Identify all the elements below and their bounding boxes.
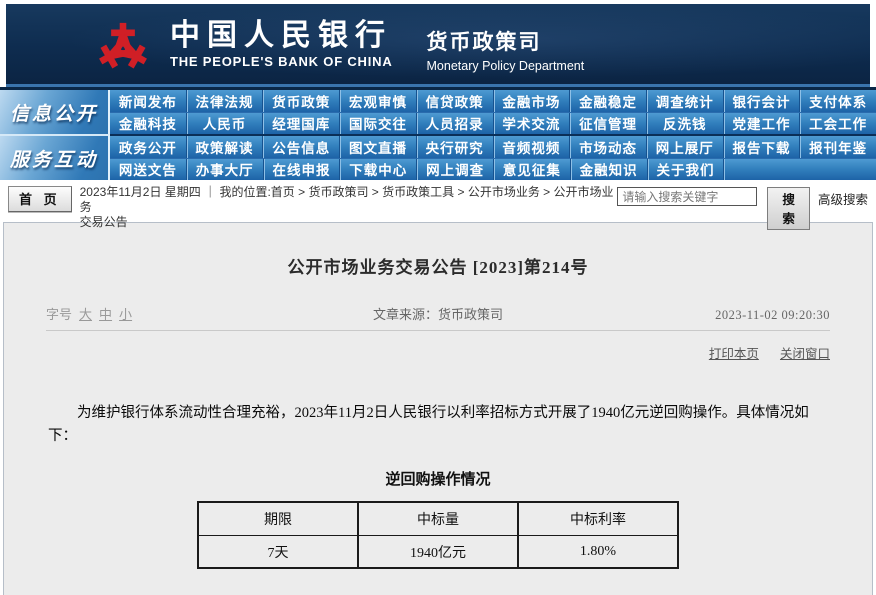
nav-item[interactable]: 人员招录: [415, 112, 493, 134]
nav-item[interactable]: 金融稳定: [569, 90, 646, 112]
close-window-link[interactable]: 关闭窗口: [780, 347, 830, 361]
bank-title: 中国人民银行 THE PEOPLE'S BANK OF CHINA: [170, 18, 393, 69]
table-header-term: 期限: [197, 501, 359, 536]
reverse-repo-table: 期限 中标量 中标利率 7天 1940亿元 1.80%: [197, 501, 679, 570]
nav-item[interactable]: 报告下载: [722, 136, 800, 158]
nav-row-3: 政务公开 政策解读 公告信息 图文直播 央行研究 音频视频 市场动态 网上展厅 …: [110, 134, 876, 158]
pboc-logo-icon: [99, 22, 147, 69]
masthead-wrap: 中国人民银行 THE PEOPLE'S BANK OF CHINA 货币政策司 …: [0, 0, 876, 87]
nav-row-filler: [723, 158, 876, 180]
nav-item[interactable]: 金融市场: [492, 90, 570, 112]
article-timestamp: 2023-11-02 09:20:30: [715, 308, 830, 322]
department-name-en: Monetary Policy Department: [426, 58, 585, 73]
nav-section-labels: 信息公开 服务互动: [0, 90, 110, 180]
bank-name-en: THE PEOPLE'S BANK OF CHINA: [170, 53, 393, 69]
table-cell-term: 7天: [197, 534, 359, 569]
article-actions: 打印本页 关闭窗口: [46, 343, 830, 362]
nav-item[interactable]: 在线申报: [262, 158, 340, 180]
nav-item[interactable]: 支付体系: [799, 90, 876, 112]
font-size-label: 字号: [46, 307, 73, 322]
breadcrumb-line1[interactable]: 2023年11月2日 星期四 ｜ 我的位置:首页 > 货币政策司 > 货币政策工…: [80, 185, 618, 215]
breadcrumb-bar: 首 页 2023年11月2日 星期四 ｜ 我的位置:首页 > 货币政策司 > 货…: [0, 180, 876, 230]
main-navigation: 信息公开 服务互动 新闻发布 法律法规 货币政策 宏观审慎 信贷政策 金融市场 …: [0, 87, 876, 180]
nav-item[interactable]: 学术交流: [492, 112, 570, 134]
table-cell-volume: 1940亿元: [357, 534, 519, 569]
breadcrumb-line2[interactable]: 交易公告: [80, 215, 618, 230]
table-header-rate: 中标利率: [517, 501, 679, 536]
nav-item[interactable]: 金融科技: [110, 112, 186, 134]
department-name-cn: 货币政策司: [426, 30, 542, 54]
nav-section-service-interaction[interactable]: 服务互动: [0, 134, 110, 180]
nav-item[interactable]: 关于我们: [646, 158, 724, 180]
nav-item[interactable]: 网上调查: [416, 158, 493, 180]
article-source: 文章来源：货币政策司: [372, 307, 503, 322]
article-meta-row: 字号 大 中 小 文章来源：货币政策司 2023-11-02 09:20:30: [46, 304, 830, 331]
article-paragraph: 为维护银行体系流动性合理充裕，2023年11月2日人民银行以利率招标方式开展了1…: [48, 405, 809, 445]
nav-section-info-disclosure[interactable]: 信息公开: [0, 90, 110, 134]
bank-name-cn: 中国人民银行: [170, 18, 392, 52]
search-button[interactable]: 搜索: [767, 187, 810, 230]
nav-item[interactable]: 党建工作: [722, 112, 800, 134]
nav-item[interactable]: 网送文告: [110, 158, 186, 180]
nav-menu-grid: 新闻发布 法律法规 货币政策 宏观审慎 信贷政策 金融市场 金融稳定 调查统计 …: [110, 90, 876, 180]
nav-item[interactable]: 音频视频: [492, 136, 570, 158]
table-header-row: 期限 中标量 中标利率: [197, 501, 679, 536]
font-size-large[interactable]: 大: [79, 304, 92, 323]
nav-item[interactable]: 金融知识: [569, 158, 647, 180]
nav-item[interactable]: 图文直播: [339, 136, 416, 158]
nav-item[interactable]: 报刊年鉴: [799, 136, 876, 158]
nav-item[interactable]: 银行会计: [722, 90, 800, 112]
nav-item[interactable]: 工会工作: [799, 112, 876, 134]
nav-item[interactable]: 央行研究: [415, 136, 493, 158]
table-header-volume: 中标量: [357, 501, 519, 536]
table-title: 逆回购操作情况: [385, 472, 491, 489]
nav-item[interactable]: 公告信息: [262, 136, 340, 158]
nav-item[interactable]: 办事大厅: [185, 158, 263, 180]
advanced-search-link[interactable]: 高级搜索: [818, 189, 868, 208]
nav-item[interactable]: 信贷政策: [415, 90, 493, 112]
table-cell-rate: 1.80%: [517, 534, 679, 569]
nav-item[interactable]: 网上展厅: [645, 136, 723, 158]
nav-item[interactable]: 下载中心: [339, 158, 417, 180]
nav-row-1: 新闻发布 法律法规 货币政策 宏观审慎 信贷政策 金融市场 金融稳定 调查统计 …: [110, 90, 876, 112]
breadcrumb: 2023年11月2日 星期四 ｜ 我的位置:首页 > 货币政策司 > 货币政策工…: [80, 185, 618, 230]
table-row: 7天 1940亿元 1.80%: [197, 534, 679, 569]
department-title: 货币政策司 Monetary Policy Department: [427, 16, 585, 73]
nav-row-4: 网送文告 办事大厅 在线申报 下载中心 网上调查 意见征集 金融知识 关于我们: [110, 157, 876, 180]
article-panel: 公开市场业务交易公告 [2023]第214号 字号 大 中 小 文章来源：货币政…: [3, 222, 873, 595]
print-page-link[interactable]: 打印本页: [709, 347, 759, 361]
font-size-controls: 字号 大 中 小: [46, 304, 291, 323]
font-size-medium[interactable]: 中: [99, 304, 112, 323]
home-button[interactable]: 首 页: [8, 186, 72, 212]
nav-item[interactable]: 政策解读: [185, 136, 263, 158]
nav-item[interactable]: 货币政策: [262, 90, 340, 112]
nav-item[interactable]: 征信管理: [569, 112, 646, 134]
nav-item[interactable]: 宏观审慎: [339, 90, 416, 112]
search-input[interactable]: [617, 187, 758, 206]
nav-item[interactable]: 调查统计: [645, 90, 723, 112]
nav-item[interactable]: 政务公开: [110, 136, 186, 158]
nav-item[interactable]: 意见征集: [492, 158, 570, 180]
masthead: 中国人民银行 THE PEOPLE'S BANK OF CHINA 货币政策司 …: [6, 4, 870, 87]
nav-row-2: 金融科技 人民币 经理国库 国际交往 人员招录 学术交流 征信管理 反洗钱 党建…: [110, 111, 876, 134]
nav-item[interactable]: 市场动态: [569, 136, 646, 158]
page-title: 公开市场业务交易公告 [2023]第214号: [287, 258, 589, 277]
font-size-small[interactable]: 小: [119, 304, 132, 323]
nav-item[interactable]: 反洗钱: [645, 112, 723, 134]
nav-item[interactable]: 经理国库: [262, 112, 340, 134]
nav-item[interactable]: 新闻发布: [110, 90, 186, 112]
nav-item[interactable]: 国际交往: [339, 112, 416, 134]
nav-item[interactable]: 人民币: [185, 112, 263, 134]
nav-item[interactable]: 法律法规: [185, 90, 263, 112]
